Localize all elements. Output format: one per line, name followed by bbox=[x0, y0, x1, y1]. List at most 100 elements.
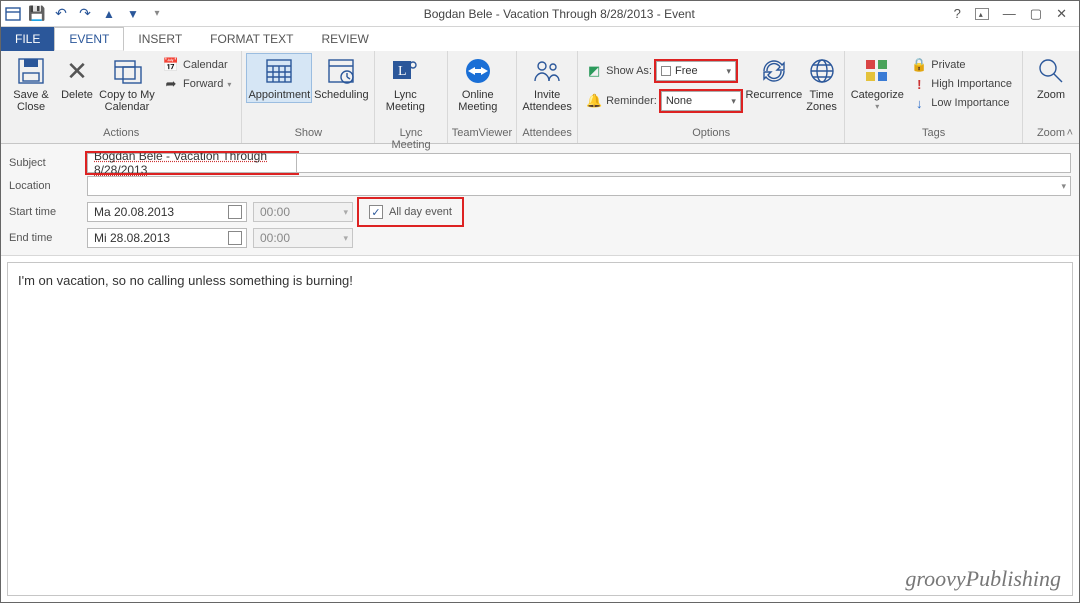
ribbon-toggle-icon[interactable]: ˄ bbox=[1067, 127, 1073, 139]
event-form: Subject Bogdan Bele - Vacation Through 8… bbox=[1, 144, 1079, 256]
start-time-input[interactable]: 00:00 bbox=[253, 202, 353, 222]
svg-text:L: L bbox=[398, 64, 407, 79]
scheduling-button[interactable]: Scheduling bbox=[312, 53, 370, 103]
undo-icon[interactable]: ↶ bbox=[53, 6, 69, 22]
show-as-icon: ◩ bbox=[586, 63, 602, 79]
online-meeting-label: Online Meeting bbox=[454, 89, 502, 113]
prev-icon[interactable]: ▲ bbox=[101, 6, 117, 22]
group-lync: L Lync Meeting Lync Meeting bbox=[375, 51, 447, 143]
calendar-picker-icon[interactable] bbox=[228, 205, 242, 219]
start-date-input[interactable]: Ma 20.08.2013 bbox=[87, 202, 247, 222]
scheduling-icon bbox=[325, 55, 357, 87]
quick-access-toolbar: 💾 ↶ ↷ ▲ ▼ ▾ bbox=[5, 6, 165, 22]
group-options-label: Options bbox=[582, 127, 840, 143]
group-actions: Save & Close ✕ Delete Copy to My Calenda… bbox=[1, 51, 242, 143]
group-lync-label: Lync Meeting bbox=[379, 127, 442, 143]
location-label: Location bbox=[9, 180, 81, 192]
invite-attendees-button[interactable]: Invite Attendees bbox=[521, 53, 573, 115]
minimize-icon[interactable]: — bbox=[1003, 6, 1016, 21]
save-icon[interactable]: 💾 bbox=[29, 6, 45, 22]
group-show-label: Show bbox=[246, 127, 370, 143]
close-icon[interactable]: ✕ bbox=[1056, 6, 1067, 22]
event-body[interactable]: I'm on vacation, so no calling unless so… bbox=[7, 262, 1073, 596]
show-as-dropdown[interactable]: Free bbox=[656, 61, 736, 81]
recurrence-label: Recurrence bbox=[745, 89, 802, 101]
ribbon-tabs: FILE EVENT INSERT FORMAT TEXT REVIEW bbox=[1, 27, 1079, 51]
save-close-button[interactable]: Save & Close bbox=[5, 53, 57, 115]
tab-file[interactable]: FILE bbox=[1, 27, 54, 51]
end-time-input[interactable]: 00:00 bbox=[253, 228, 353, 248]
recurrence-icon bbox=[758, 55, 790, 87]
app-icon bbox=[5, 6, 21, 22]
forward-icon: ➦ bbox=[163, 76, 179, 92]
zoom-button[interactable]: Zoom bbox=[1027, 53, 1075, 103]
subject-input-extended[interactable] bbox=[296, 153, 1071, 173]
invite-attendees-label: Invite Attendees bbox=[522, 89, 572, 113]
lync-meeting-button[interactable]: L Lync Meeting bbox=[379, 53, 431, 115]
group-attendees-label: Attendees bbox=[521, 127, 573, 143]
time-zones-label: Time Zones bbox=[805, 89, 838, 113]
lync-icon: L bbox=[389, 55, 421, 87]
subject-input[interactable]: Bogdan Bele - Vacation Through 8/28/2013 bbox=[87, 153, 297, 173]
tab-review[interactable]: REVIEW bbox=[308, 27, 383, 51]
reminder-icon: 🔔 bbox=[586, 93, 602, 109]
appointment-label: Appointment bbox=[248, 89, 310, 101]
reminder-dropdown[interactable]: None bbox=[661, 91, 741, 111]
window-title: Bogdan Bele - Vacation Through 8/28/2013… bbox=[165, 7, 954, 21]
maximize-icon[interactable]: ▢ bbox=[1030, 6, 1042, 22]
save-close-label: Save & Close bbox=[7, 89, 55, 113]
calendar-picker-icon[interactable] bbox=[228, 231, 242, 245]
forward-button[interactable]: ➦ Forward ▾ bbox=[163, 76, 231, 92]
zoom-icon bbox=[1035, 55, 1067, 87]
group-tags: Categorize ▾ 🔒 Private ! High Importance… bbox=[845, 51, 1023, 143]
end-date-value: Mi 28.08.2013 bbox=[94, 231, 170, 245]
private-button[interactable]: 🔒 Private bbox=[911, 57, 1012, 73]
low-importance-button[interactable]: ↓ Low Importance bbox=[911, 95, 1012, 111]
tab-event[interactable]: EVENT bbox=[54, 27, 124, 51]
subject-label: Subject bbox=[9, 157, 81, 169]
tab-insert[interactable]: INSERT bbox=[124, 27, 196, 51]
all-day-checkbox[interactable]: ✓ bbox=[369, 205, 383, 219]
delete-button[interactable]: ✕ Delete bbox=[57, 53, 97, 103]
window: 💾 ↶ ↷ ▲ ▼ ▾ Bogdan Bele - Vacation Throu… bbox=[0, 0, 1080, 603]
redo-icon[interactable]: ↷ bbox=[77, 6, 93, 22]
save-close-icon bbox=[15, 55, 47, 87]
recurrence-button[interactable]: Recurrence bbox=[745, 53, 803, 103]
time-zones-button[interactable]: Time Zones bbox=[803, 53, 840, 115]
categorize-label: Categorize bbox=[851, 89, 904, 101]
group-options: ◩ Show As: Free 🔔 Reminder: None bbox=[578, 51, 845, 143]
help-icon[interactable]: ? bbox=[954, 6, 961, 21]
calendar-button[interactable]: 📅 Calendar bbox=[163, 57, 231, 73]
ribbon-collapse-icon[interactable]: ▴ bbox=[975, 8, 989, 20]
show-as-label: Show As: bbox=[606, 65, 652, 77]
tab-format-text[interactable]: FORMAT TEXT bbox=[196, 27, 307, 51]
show-as-value: Free bbox=[675, 65, 698, 77]
categorize-button[interactable]: Categorize ▾ bbox=[849, 53, 905, 114]
appointment-button[interactable]: Appointment bbox=[246, 53, 312, 103]
group-actions-label: Actions bbox=[5, 127, 237, 143]
high-importance-button[interactable]: ! High Importance bbox=[911, 76, 1012, 92]
delete-label: Delete bbox=[61, 89, 93, 101]
copy-to-calendar-button[interactable]: Copy to My Calendar bbox=[97, 53, 157, 115]
start-time-value: 00:00 bbox=[260, 205, 290, 219]
location-input[interactable]: ▾ bbox=[87, 176, 1071, 196]
calendar-label: Calendar bbox=[183, 59, 228, 71]
next-icon[interactable]: ▼ bbox=[125, 6, 141, 22]
high-importance-label: High Importance bbox=[931, 78, 1012, 90]
high-importance-icon: ! bbox=[911, 76, 927, 92]
lync-label: Lync Meeting bbox=[381, 89, 429, 113]
reminder-label: Reminder: bbox=[606, 95, 657, 107]
zoom-label: Zoom bbox=[1037, 89, 1065, 101]
free-swatch-icon bbox=[661, 66, 671, 76]
all-day-container: ✓ All day event bbox=[359, 199, 462, 225]
delete-icon: ✕ bbox=[61, 55, 93, 87]
group-teamviewer-label: TeamViewer bbox=[452, 127, 512, 143]
location-dropdown-icon[interactable]: ▾ bbox=[1061, 181, 1066, 192]
start-date-value: Ma 20.08.2013 bbox=[94, 205, 174, 219]
teamviewer-icon bbox=[462, 55, 494, 87]
qat-customize-icon[interactable]: ▾ bbox=[149, 6, 165, 22]
end-date-input[interactable]: Mi 28.08.2013 bbox=[87, 228, 247, 248]
forward-label: Forward bbox=[183, 78, 223, 90]
online-meeting-button[interactable]: Online Meeting bbox=[452, 53, 504, 115]
calendar-icon: 📅 bbox=[163, 57, 179, 73]
